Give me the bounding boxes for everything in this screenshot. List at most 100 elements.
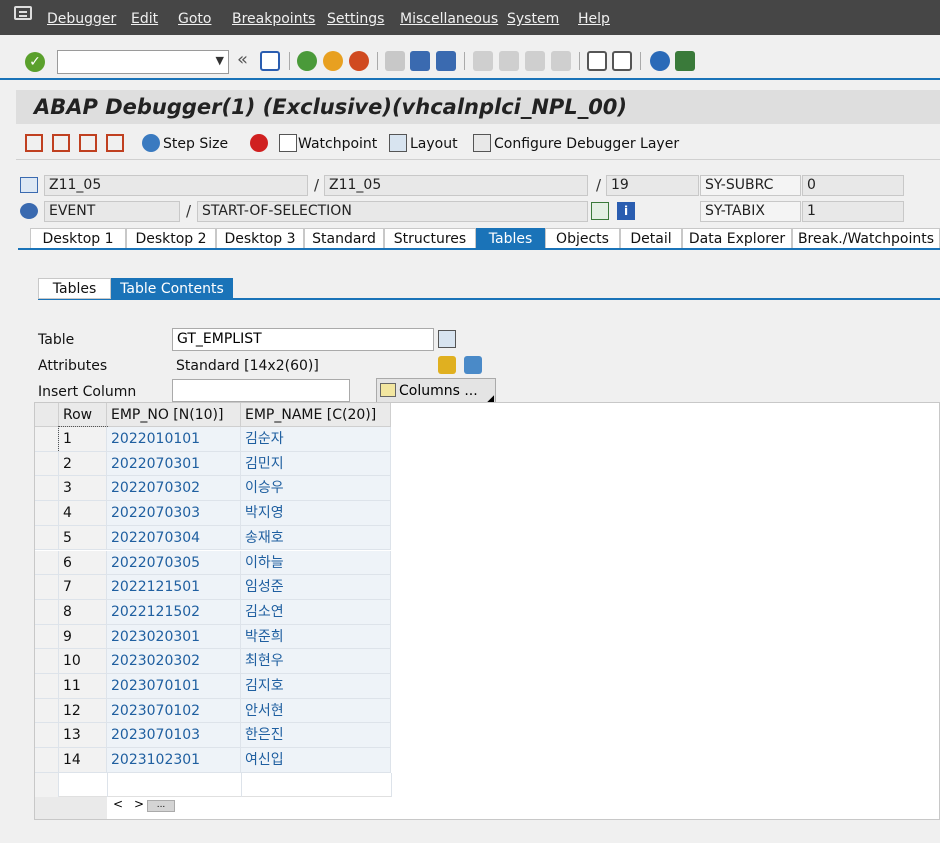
emp-name-cell[interactable]: 송재호 [241, 525, 391, 551]
emp-name-cell[interactable]: 최현우 [241, 649, 391, 674]
table-row[interactable]: 10 2023020302 최현우 [35, 649, 391, 674]
system-menu-icon[interactable] [14, 6, 32, 20]
emp-name-cell[interactable]: 여신입 [241, 748, 391, 773]
menu-edit[interactable]: Edit [131, 11, 158, 27]
return-icon[interactable] [79, 134, 97, 152]
step-size-button[interactable]: Step Size [163, 136, 228, 152]
emp-no-cell[interactable]: 2023070102 [107, 698, 241, 724]
menu-system[interactable]: System [507, 11, 559, 27]
row-selector[interactable] [35, 674, 59, 699]
table-structure-icon[interactable] [464, 356, 482, 374]
emp-name-cell[interactable]: 이승우 [241, 476, 391, 502]
row-number[interactable]: 14 [59, 748, 107, 773]
emp-no-cell[interactable]: 2022070301 [107, 451, 241, 477]
tab-structures[interactable]: Structures [384, 228, 476, 248]
emp-no-cell[interactable]: 2023070103 [107, 723, 241, 749]
layout-button[interactable]: Layout [410, 136, 458, 152]
row-number[interactable]: 10 [59, 649, 107, 674]
last-page-icon[interactable] [551, 51, 571, 71]
chevron-down-icon[interactable]: ▼ [216, 54, 224, 67]
row-selector[interactable] [35, 451, 59, 477]
emp-name-cell[interactable]: 박지영 [241, 501, 391, 526]
table-row[interactable]: 5 2022070304 송재호 [35, 525, 391, 551]
first-page-icon[interactable] [473, 51, 493, 71]
scroll-left-button[interactable]: < [113, 797, 123, 815]
menu-debugger[interactable]: Debugger [47, 11, 116, 27]
emp-name-cell[interactable]: 김민지 [241, 451, 391, 477]
tab-tables[interactable]: Tables [476, 228, 545, 248]
tab-data-explorer[interactable]: Data Explorer [682, 228, 792, 248]
table-row[interactable]: 3 2022070302 이승우 [35, 476, 391, 502]
row-number[interactable]: 8 [59, 599, 107, 625]
row-selector[interactable] [35, 748, 59, 773]
execute-icon[interactable] [52, 134, 70, 152]
row-selector[interactable] [35, 575, 59, 600]
emp-no-cell[interactable]: 2022121502 [107, 599, 241, 625]
emp-name-cell[interactable]: 안서현 [241, 698, 391, 724]
emp-no-cell[interactable]: 2022070304 [107, 525, 241, 551]
row-number[interactable]: 9 [59, 624, 107, 650]
emp-no-cell[interactable]: 2022070302 [107, 476, 241, 502]
table-row[interactable]: 12 2023070102 안서현 [35, 698, 391, 724]
tab-table-contents[interactable]: Table Contents [111, 278, 233, 299]
new-session-icon[interactable] [587, 51, 607, 71]
emp-name-cell[interactable]: 박준희 [241, 624, 391, 650]
row-number[interactable]: 2 [59, 451, 107, 477]
configure-debugger-layer-button[interactable]: Configure Debugger Layer [494, 136, 679, 152]
emp-name-cell[interactable]: 임성준 [241, 575, 391, 600]
columns-button[interactable]: Columns ... ◢ [376, 378, 496, 404]
cancel-icon[interactable] [349, 51, 369, 71]
emp-name-cell[interactable]: 김지호 [241, 674, 391, 699]
row-selector[interactable] [35, 624, 59, 650]
emp-name-cell[interactable]: 이하늘 [241, 550, 391, 576]
emp-no-cell[interactable]: 2023020302 [107, 649, 241, 674]
emp-no-cell[interactable]: 2022070305 [107, 550, 241, 576]
table-row[interactable]: 6 2022070305 이하늘 [35, 550, 391, 576]
emp-no-cell[interactable]: 2023070101 [107, 674, 241, 699]
row-number[interactable]: 4 [59, 501, 107, 526]
menu-settings[interactable]: Settings [327, 11, 384, 27]
table-row[interactable]: 4 2022070303 박지영 [35, 501, 391, 526]
emp-name-cell[interactable]: 김소연 [241, 599, 391, 625]
menu-miscellaneous[interactable]: Miscellaneous [400, 11, 498, 27]
save-icon[interactable] [260, 51, 280, 71]
insert-column-input[interactable] [172, 379, 350, 402]
table-row[interactable]: 1 2022010101 김순자 [35, 426, 391, 453]
command-field[interactable]: ▼ [57, 50, 229, 74]
help-icon[interactable] [650, 51, 670, 71]
find-next-icon[interactable] [436, 51, 456, 71]
watchpoint-button[interactable]: Watchpoint [298, 136, 377, 152]
table-tool-icon[interactable] [438, 330, 456, 348]
tab-detail[interactable]: Detail [620, 228, 682, 248]
row-number[interactable]: 13 [59, 723, 107, 749]
table-input[interactable]: GT_EMPLIST [172, 328, 434, 351]
row-selector[interactable] [35, 476, 59, 502]
tab-objects[interactable]: Objects [545, 228, 620, 248]
row-selector[interactable] [35, 525, 59, 551]
menu-goto[interactable]: Goto [178, 11, 211, 27]
menu-help[interactable]: Help [578, 11, 610, 27]
table-row[interactable]: 9 2023020301 박준희 [35, 624, 391, 650]
print-icon[interactable] [385, 51, 405, 71]
customize-layout-icon[interactable] [675, 51, 695, 71]
row-selector[interactable] [35, 501, 59, 526]
table-row[interactable]: 7 2022121501 임성준 [35, 575, 391, 600]
emp-no-cell[interactable]: 2022070303 [107, 501, 241, 526]
shortcut-icon[interactable] [612, 51, 632, 71]
row-selector[interactable] [35, 427, 59, 452]
grid-header-emp-no[interactable]: EMP_NO [N(10)] [107, 403, 241, 427]
table-row[interactable]: 11 2023070101 김지호 [35, 674, 391, 699]
emp-no-cell[interactable]: 2022121501 [107, 575, 241, 600]
emp-no-cell[interactable]: 2022010101 [107, 427, 241, 452]
info-icon[interactable]: i [617, 202, 635, 220]
tab-desktop-3[interactable]: Desktop 3 [216, 228, 304, 248]
tab-desktop-2[interactable]: Desktop 2 [126, 228, 216, 248]
tab-tables-list[interactable]: Tables [38, 278, 111, 299]
exit-icon[interactable] [323, 51, 343, 71]
stop-icon[interactable] [250, 134, 268, 152]
grid-header-row[interactable]: Row [59, 403, 107, 427]
grid-corner[interactable] [35, 403, 59, 427]
row-number[interactable]: 7 [59, 575, 107, 600]
table-row[interactable]: 13 2023070103 한은진 [35, 723, 391, 749]
row-selector[interactable] [35, 723, 59, 749]
